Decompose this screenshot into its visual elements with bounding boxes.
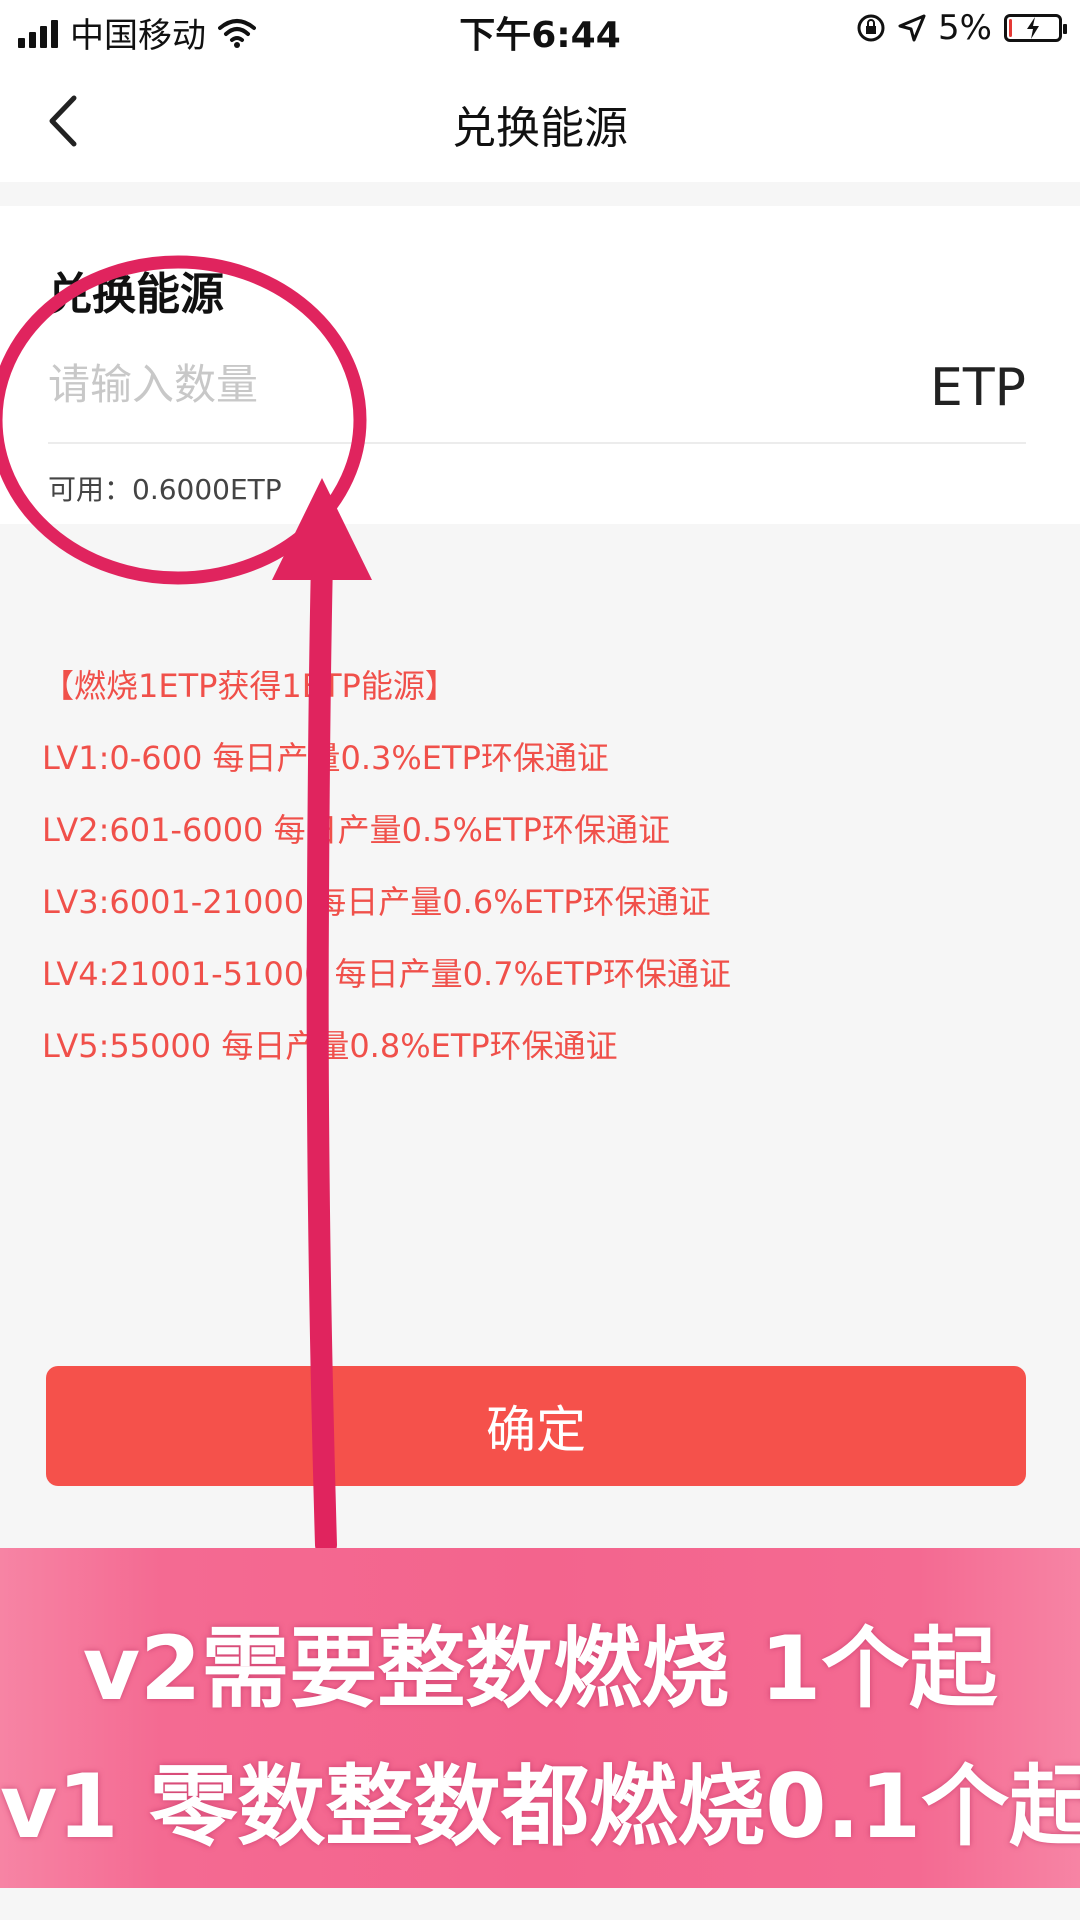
status-bar: 中国移动 下午6:44 5% (0, 0, 1080, 62)
page-title: 兑换能源 (452, 103, 628, 154)
exchange-form: 兑换能源 ETP 可用：0.6000ETP (0, 206, 1080, 524)
rule-line: LV5:55000 每日产量0.8%ETP环保通证 (42, 1027, 618, 1065)
unit-label: ETP (930, 358, 1026, 418)
annotation-line-2: v1 零数整数都燃烧0.1个起 (0, 1755, 1080, 1858)
status-right: 5% (856, 8, 1067, 48)
rule-line: LV1:0-600 每日产量0.3%ETP环保通证 (42, 739, 609, 777)
battery-charging-icon (1004, 14, 1067, 42)
rule-line: LV4:21001-51000 每日产量0.7%ETP环保通证 (42, 955, 732, 993)
screen: 中国移动 下午6:44 5% 兑换能源 兑换能源 请输入数量 ETP 可用：0.… (0, 0, 1080, 1920)
annotation-banner: v2需要整数燃烧 1个起 v1 零数整数都燃烧0.1个起 (0, 1548, 1080, 1888)
divider (48, 442, 1026, 444)
rule-line: LV2:601-6000 每日产量0.5%ETP环保通证 (42, 811, 670, 849)
form-label: 兑换能源 (48, 269, 224, 320)
rules-list: 【燃烧1ETP获得1ETP能源】 LV1:0-600 每日产量0.3%ETP环保… (42, 650, 731, 1082)
battery-percent: 5% (938, 8, 992, 48)
available-balance: 可用：0.6000ETP (48, 473, 282, 506)
rules-heading: 【燃烧1ETP获得1ETP能源】 (42, 667, 457, 705)
nav-bar: 兑换能源 (0, 62, 1080, 182)
confirm-button[interactable]: 确定 (46, 1366, 1026, 1486)
amount-input[interactable] (48, 336, 848, 432)
location-icon (898, 14, 926, 42)
annotation-line-1: v2需要整数燃烧 1个起 (82, 1617, 998, 1720)
rule-line: LV3:6001-21000 每日产量0.6%ETP环保通证 (42, 883, 711, 921)
orientation-lock-icon (857, 14, 885, 42)
